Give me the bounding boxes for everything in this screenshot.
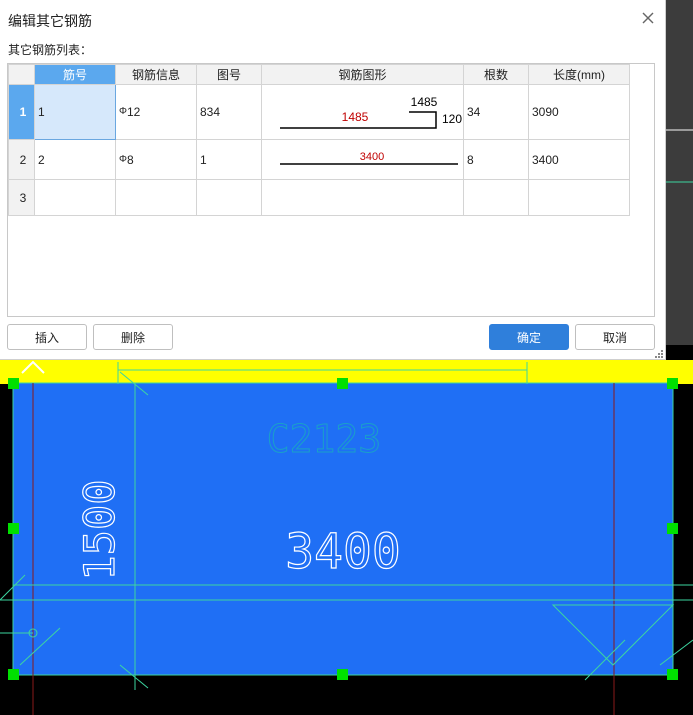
dialog-title: 编辑其它钢筋: [8, 13, 92, 29]
cancel-button[interactable]: 取消: [575, 324, 655, 350]
shape-main-length: 3400: [360, 151, 384, 163]
delete-button[interactable]: 删除: [93, 324, 173, 350]
cell-shape[interactable]: 3400: [261, 139, 464, 180]
edit-other-rebar-dialog: 编辑其它钢筋 其它钢筋列表： 筋号 钢筋信息 图号 钢筋图形 根数 长度(mm)…: [0, 0, 666, 360]
cell-bar-no[interactable]: 2: [34, 139, 116, 180]
dimension-width: 3400: [285, 524, 401, 580]
steel-grade-icon: Φ: [119, 106, 127, 117]
cell-shape[interactable]: 1485 1485 120: [261, 84, 464, 140]
cell-shape[interactable]: [261, 179, 464, 216]
cell-count[interactable]: 34: [463, 84, 529, 140]
list-label: 其它钢筋列表：: [8, 43, 93, 57]
resize-grip-icon[interactable]: [654, 349, 664, 359]
cell-length[interactable]: [528, 179, 630, 216]
bar-diameter: 8: [126, 152, 134, 167]
col-header-bar-info[interactable]: 钢筋信息: [115, 64, 197, 85]
steel-grade-icon: Φ: [119, 153, 127, 165]
bar-diameter: 12: [126, 105, 141, 119]
row-header[interactable]: 3: [8, 179, 35, 216]
cell-bar-info[interactable]: Φ12: [115, 84, 197, 140]
col-header-shape[interactable]: 钢筋图形: [261, 64, 464, 85]
col-header-count[interactable]: 根数: [463, 64, 529, 85]
insert-button[interactable]: 插入: [7, 324, 87, 350]
cell-count[interactable]: 8: [463, 139, 529, 180]
rebar-shape-diagram: 3400: [280, 151, 458, 165]
cell-shape-no[interactable]: 1: [196, 139, 262, 180]
row-header[interactable]: 1: [8, 84, 35, 140]
cell-shape-no[interactable]: 834: [196, 84, 262, 140]
row-header[interactable]: 2: [8, 139, 35, 180]
table-row[interactable]: 3: [8, 179, 630, 216]
cell-bar-no[interactable]: 1: [34, 84, 116, 140]
cell-count[interactable]: [463, 179, 529, 216]
cell-length[interactable]: 3090: [528, 84, 630, 140]
ok-button[interactable]: 确定: [489, 324, 569, 350]
col-header-length[interactable]: 长度(mm): [528, 64, 630, 85]
cell-bar-info[interactable]: Φ8: [115, 139, 197, 180]
shape-main-length: 1485: [342, 110, 369, 124]
table-row[interactable]: 2 2 Φ8 1 3400 8 3400: [8, 139, 630, 180]
shape-top-length: 1485: [411, 95, 438, 109]
col-header-bar-no[interactable]: 筋号: [34, 64, 116, 85]
grid-corner[interactable]: [8, 64, 35, 85]
rebar-grid[interactable]: 筋号 钢筋信息 图号 钢筋图形 根数 长度(mm) 1 1 Φ12 834 14…: [7, 63, 655, 317]
shape-hook-length: 120: [442, 112, 462, 126]
close-icon[interactable]: [640, 10, 656, 26]
cell-shape-no[interactable]: [196, 179, 262, 216]
table-row[interactable]: 1 1 Φ12 834 1485 1485 120 34 3090: [8, 84, 630, 140]
rebar-shape-diagram: 1485 1485 120: [280, 95, 462, 129]
cell-length[interactable]: 3400: [528, 139, 630, 180]
component-label: C2123: [267, 417, 381, 461]
cell-bar-no[interactable]: [34, 179, 116, 216]
cell-bar-info[interactable]: [115, 179, 197, 216]
dimension-height: 1500: [75, 479, 124, 580]
col-header-shape-no[interactable]: 图号: [196, 64, 262, 85]
